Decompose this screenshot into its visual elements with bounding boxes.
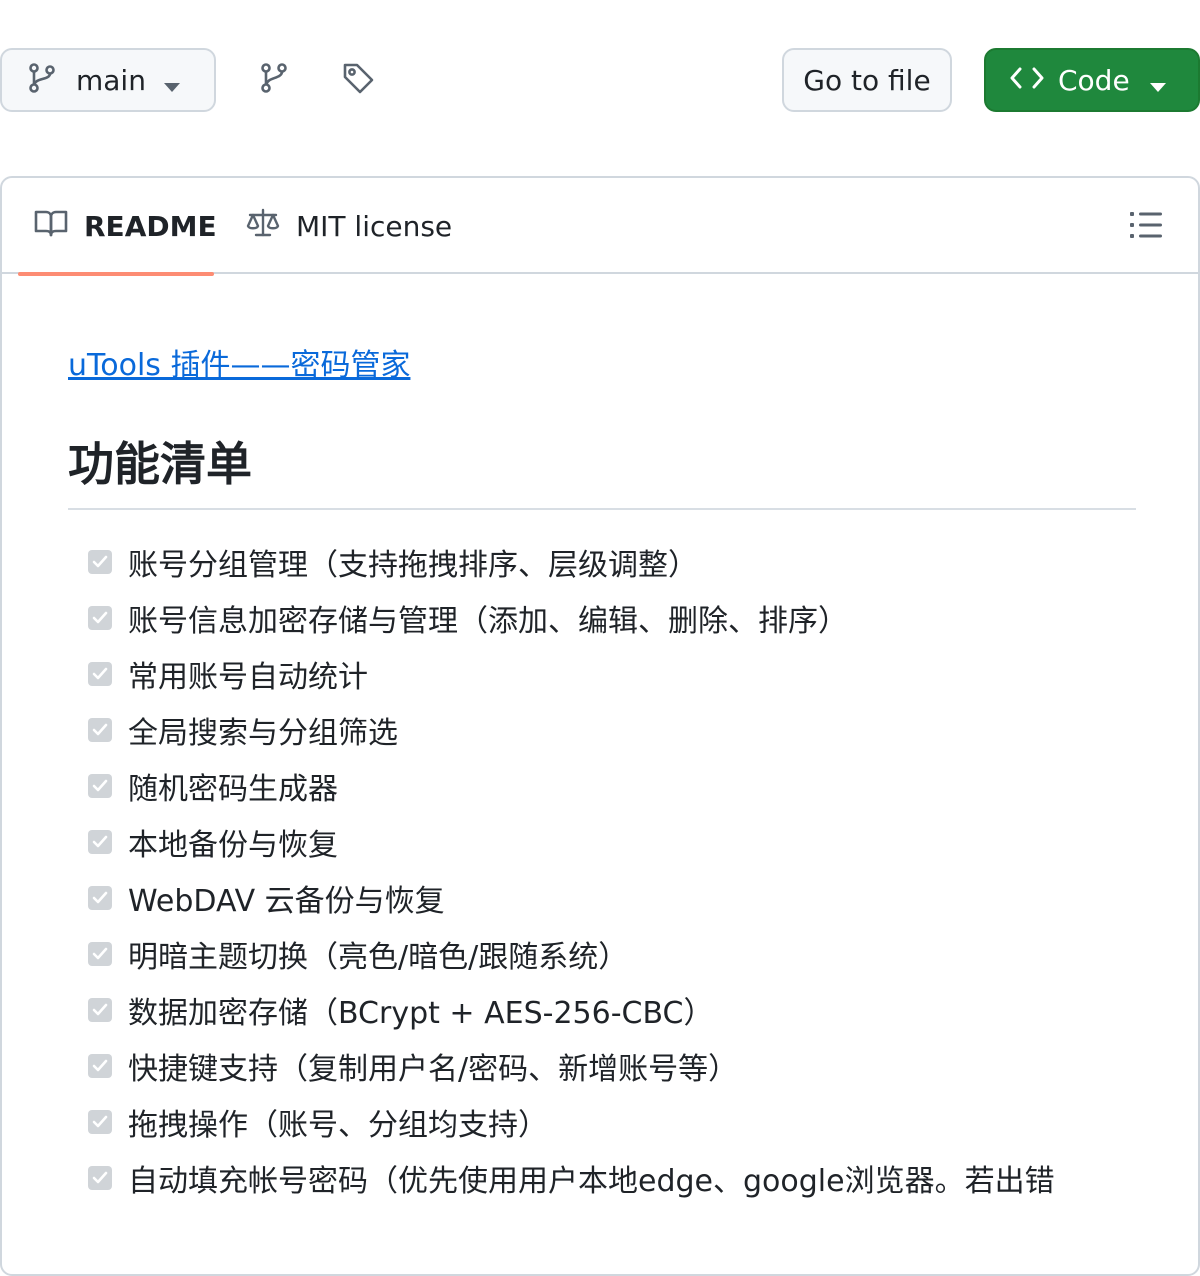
list-item: 数据加密存储（BCrypt + AES-256-CBC） <box>88 982 1055 1038</box>
checkbox-checked[interactable] <box>88 830 112 854</box>
checkbox-checked[interactable] <box>88 718 112 742</box>
section-title: 功能清单 <box>68 437 252 491</box>
book-icon <box>34 209 68 244</box>
feature-text: 自动填充帐号密码（优先使用用户本地edge、google浏览器。若出错 <box>128 1164 1055 1199</box>
checkbox-checked[interactable] <box>88 886 112 910</box>
list-item: 随机密码生成器 <box>88 758 1055 814</box>
check-icon <box>92 1003 108 1016</box>
feature-list: 账号分组管理（支持拖拽排序、层级调整） 账号信息加密存储与管理（添加、编辑、删除、… <box>88 534 1055 1206</box>
feature-text: 数据加密存储（BCrypt + AES-256-CBC） <box>128 996 714 1031</box>
checkbox-checked[interactable] <box>88 1166 112 1190</box>
feature-text: 全局搜索与分组筛选 <box>128 716 398 751</box>
feature-text: WebDAV 云备份与恢复 <box>128 884 445 919</box>
code-button-label: Code <box>1058 63 1130 97</box>
list-item: 本地备份与恢复 <box>88 814 1055 870</box>
caret-down-icon <box>164 78 180 97</box>
plugin-link[interactable]: uTools 插件——密码管家 <box>68 340 410 384</box>
outline-button[interactable] <box>1130 210 1164 244</box>
check-icon <box>92 611 108 624</box>
checkbox-checked[interactable] <box>88 662 112 686</box>
check-icon <box>92 779 108 792</box>
check-icon <box>92 667 108 680</box>
tab-license-label: MIT license <box>296 209 453 243</box>
branch-name: main <box>76 63 146 97</box>
tag-icon <box>341 61 375 99</box>
branch-selector-button[interactable]: main <box>0 48 216 112</box>
checkbox-checked[interactable] <box>88 998 112 1022</box>
go-to-file-button[interactable]: Go to file <box>782 48 952 112</box>
checkbox-checked[interactable] <box>88 1054 112 1078</box>
list-item: 自动填充帐号密码（优先使用用户本地edge、google浏览器。若出错 <box>88 1150 1055 1206</box>
checkbox-checked[interactable] <box>88 1110 112 1134</box>
check-icon <box>92 555 108 568</box>
repo-toolbar: main Go to file Code <box>0 0 1200 160</box>
readme-panel: README MIT license uTools 插件——密码管家 功能清单 … <box>0 176 1200 1276</box>
list-item: 常用账号自动统计 <box>88 646 1055 702</box>
code-icon <box>1010 66 1044 94</box>
caret-down-icon <box>1150 78 1166 97</box>
check-icon <box>92 1115 108 1128</box>
list-item: 明暗主题切换（亮色/暗色/跟随系统） <box>88 926 1055 982</box>
feature-text: 账号分组管理（支持拖拽排序、层级调整） <box>128 548 698 583</box>
git-branch-icon <box>260 62 288 98</box>
list-item: 全局搜索与分组筛选 <box>88 702 1055 758</box>
checkbox-checked[interactable] <box>88 774 112 798</box>
list-item: 账号信息加密存储与管理（添加、编辑、删除、排序） <box>88 590 1055 646</box>
feature-text: 随机密码生成器 <box>128 772 338 807</box>
code-button[interactable]: Code <box>984 48 1200 112</box>
list-item: 快捷键支持（复制用户名/密码、新增账号等） <box>88 1038 1055 1094</box>
check-icon <box>92 1059 108 1072</box>
check-icon <box>92 891 108 904</box>
feature-text: 拖拽操作（账号、分组均支持） <box>128 1108 548 1143</box>
git-branch-icon <box>28 62 56 98</box>
tab-license[interactable]: MIT license <box>246 178 452 274</box>
list-item: WebDAV 云备份与恢复 <box>88 870 1055 926</box>
feature-text: 本地备份与恢复 <box>128 828 338 863</box>
active-tab-indicator <box>18 272 214 276</box>
heading-divider <box>68 508 1136 510</box>
feature-text: 明暗主题切换（亮色/暗色/跟随系统） <box>128 940 629 975</box>
checkbox-checked[interactable] <box>88 606 112 630</box>
list-item: 拖拽操作（账号、分组均支持） <box>88 1094 1055 1150</box>
check-icon <box>92 723 108 736</box>
tags-button[interactable] <box>336 58 380 102</box>
feature-text: 常用账号自动统计 <box>128 660 368 695</box>
check-icon <box>92 947 108 960</box>
law-icon <box>246 208 280 245</box>
list-unordered-icon <box>1130 212 1164 244</box>
tab-readme[interactable]: README <box>18 178 217 276</box>
checkbox-checked[interactable] <box>88 550 112 574</box>
tab-readme-label: README <box>84 209 217 243</box>
checkbox-checked[interactable] <box>88 942 112 966</box>
check-icon <box>92 835 108 848</box>
branches-button[interactable] <box>252 58 296 102</box>
feature-text: 快捷键支持（复制用户名/密码、新增账号等） <box>128 1052 739 1087</box>
feature-text: 账号信息加密存储与管理（添加、编辑、删除、排序） <box>128 604 848 639</box>
check-icon <box>92 1171 108 1184</box>
readme-tabs: README MIT license <box>2 178 1198 276</box>
list-item: 账号分组管理（支持拖拽排序、层级调整） <box>88 534 1055 590</box>
